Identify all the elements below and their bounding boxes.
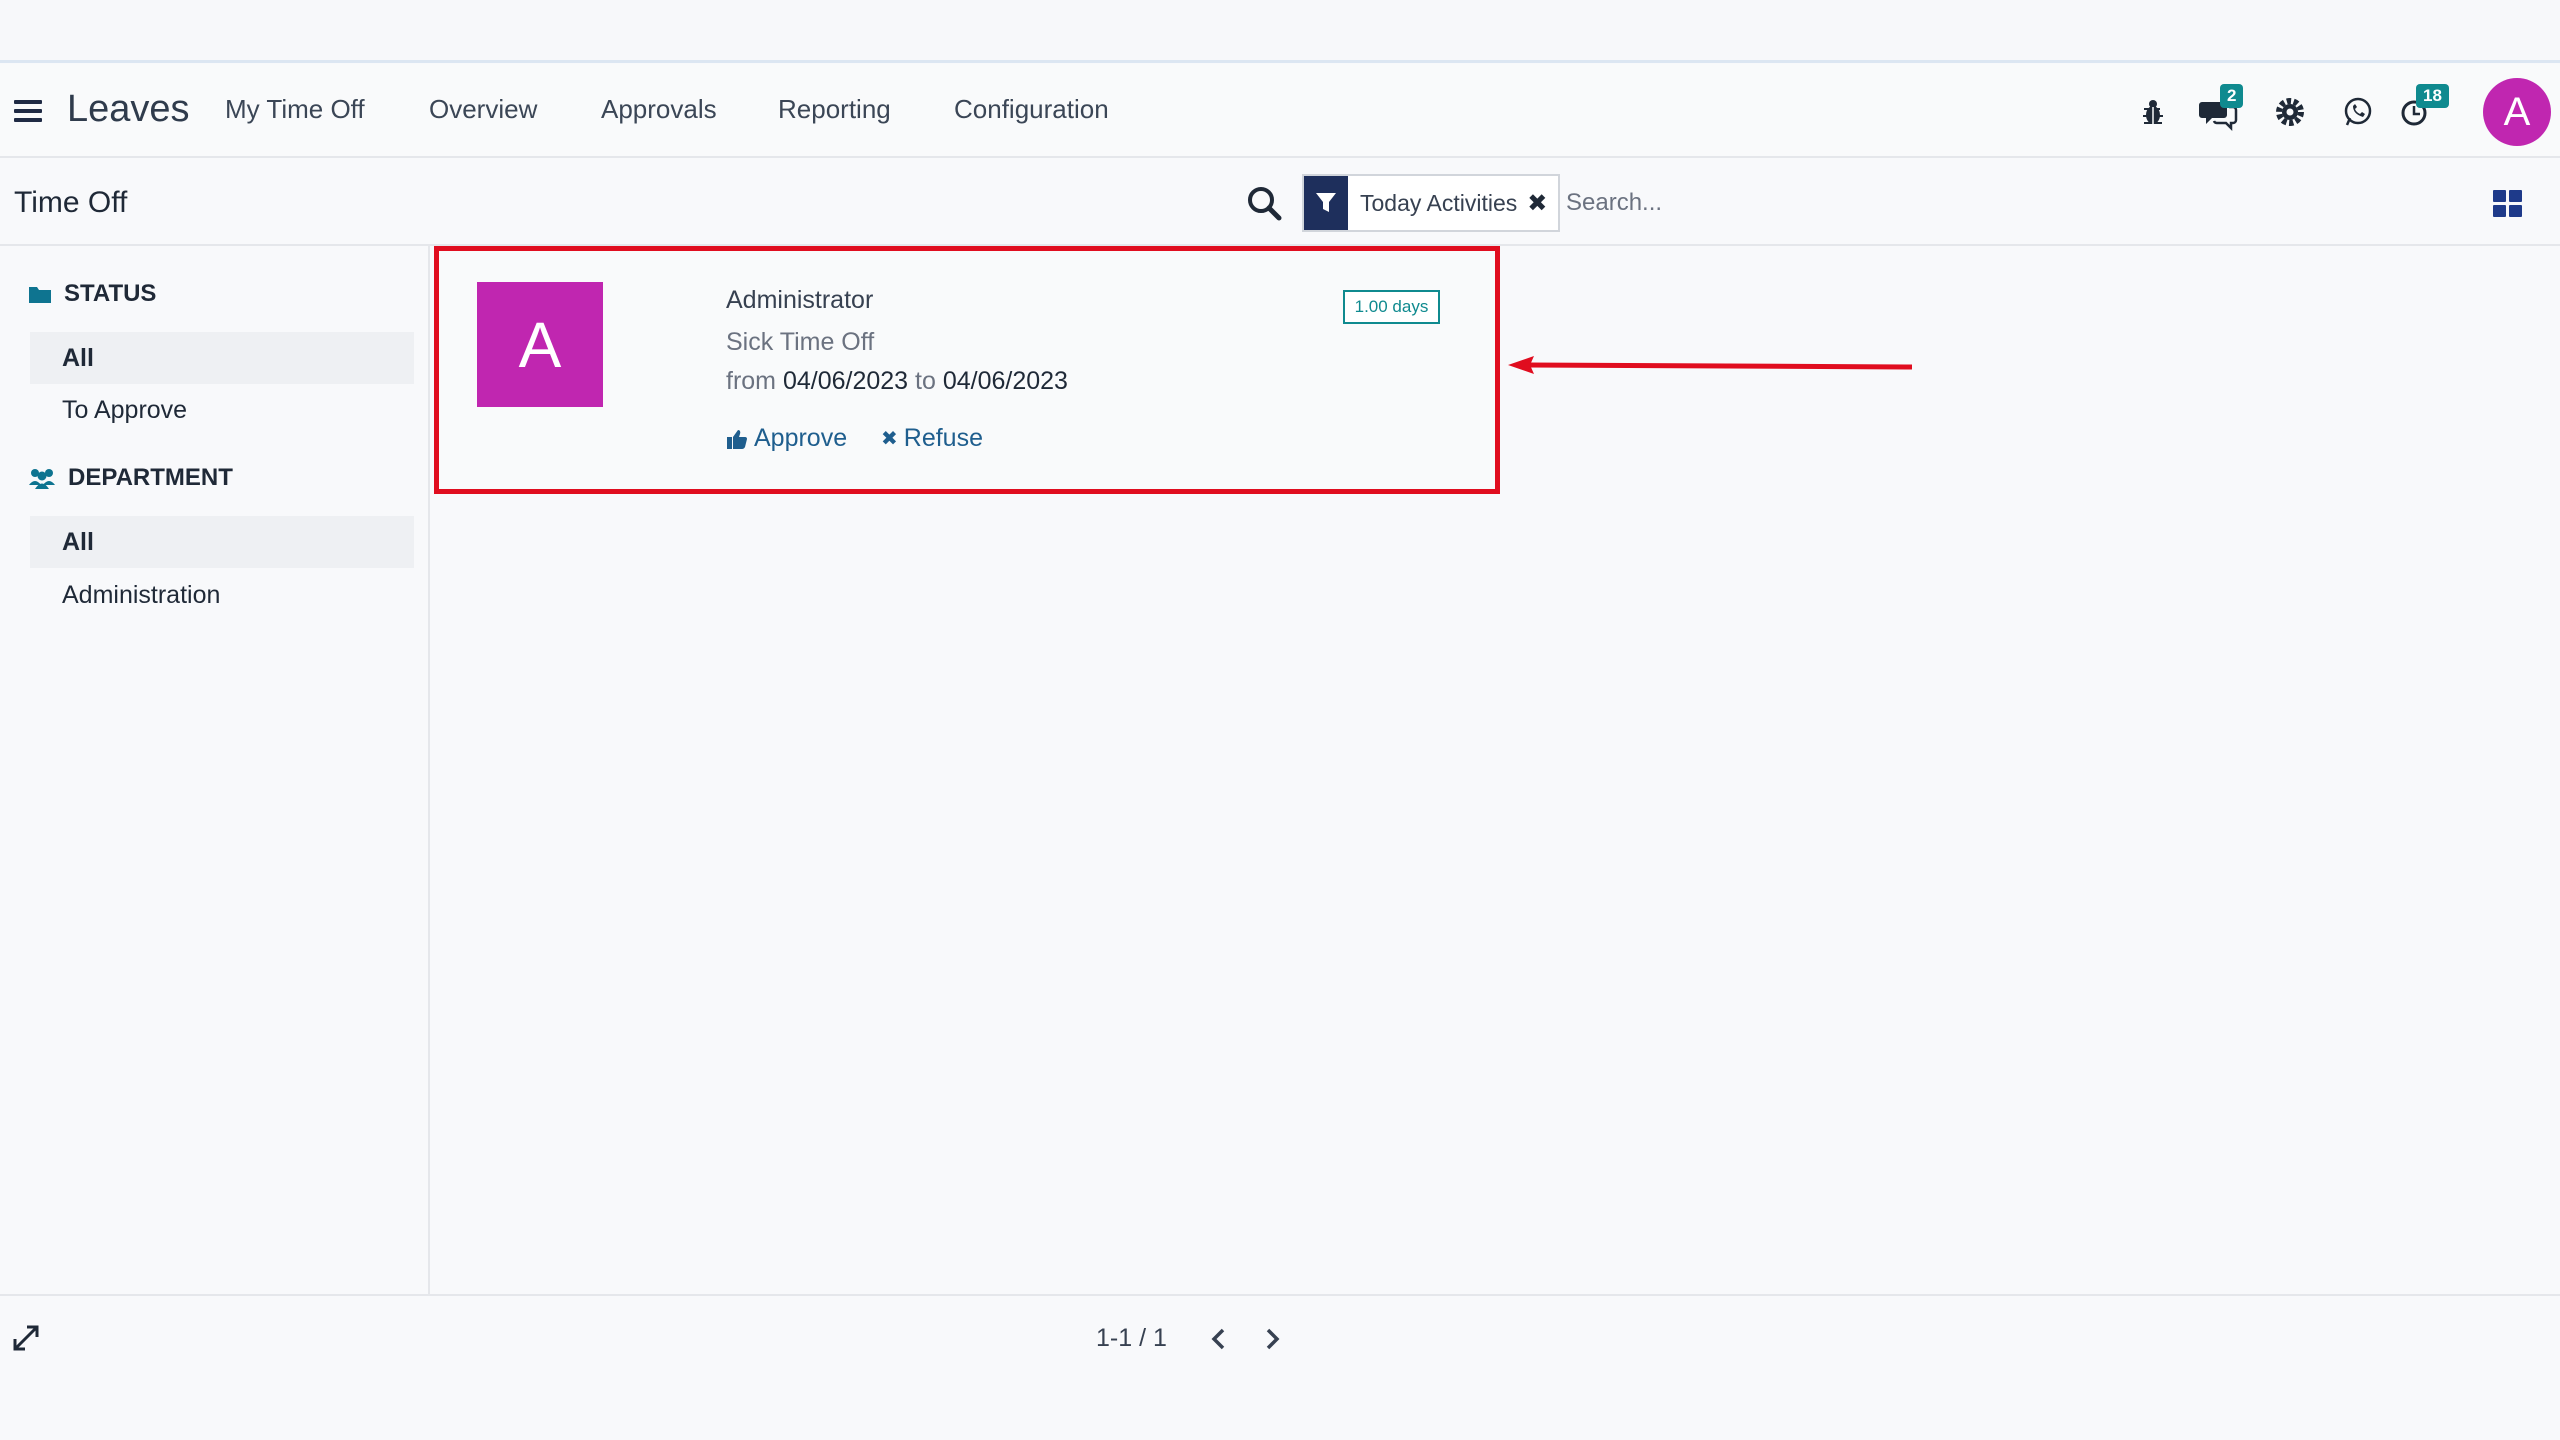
menu-approvals[interactable]: Approvals <box>601 94 717 125</box>
chat-icon[interactable]: 2 <box>2196 84 2244 134</box>
leave-type: Sick Time Off <box>726 328 875 356</box>
control-panel: Time Off Today Activities ✖ <box>0 158 2560 246</box>
footer-bar: 1-1 / 1 <box>0 1294 2560 1440</box>
thumbs-up-icon <box>727 429 747 449</box>
filter-icon <box>1304 176 1348 230</box>
employee-avatar: A <box>477 282 603 407</box>
red-arrow-annotation <box>1508 356 1913 374</box>
to-word: to <box>915 367 936 395</box>
whatsapp-icon[interactable] <box>2336 90 2380 134</box>
activities-badge: 18 <box>2416 84 2449 108</box>
messages-badge: 2 <box>2220 84 2244 108</box>
folder-icon <box>29 287 51 303</box>
approve-label: Approve <box>754 424 848 452</box>
kanban-view-icon[interactable] <box>2493 190 2523 218</box>
close-icon: ✖ <box>881 428 898 450</box>
menu-configuration[interactable]: Configuration <box>954 94 1109 125</box>
status-to-approve[interactable]: To Approve <box>30 384 414 436</box>
chevron-left-icon[interactable] <box>1204 1324 1234 1354</box>
status-title: STATUS <box>64 280 157 307</box>
refuse-label: Refuse <box>903 424 983 452</box>
refuse-button[interactable]: ✖ Refuse <box>881 424 983 453</box>
facet-remove-icon[interactable]: ✖ <box>1527 189 1547 218</box>
chevron-right-icon[interactable] <box>1257 1324 1287 1354</box>
department-header: DEPARTMENT <box>28 464 233 492</box>
facet-label: Today Activities <box>1360 189 1518 216</box>
search-icon[interactable] <box>1245 184 1283 222</box>
menu-reporting[interactable]: Reporting <box>778 94 891 125</box>
top-navbar: Leaves My Time Off Overview Approvals Re… <box>0 64 2560 158</box>
search-facet[interactable]: Today Activities ✖ <box>1302 174 1560 232</box>
from-word: from <box>726 367 776 395</box>
menu-my-time-off[interactable]: My Time Off <box>225 94 365 125</box>
status-all[interactable]: All <box>30 332 414 384</box>
search-panel: STATUS All To Approve DEPARTMENT All Adm… <box>0 246 430 1294</box>
date-to: 04/06/2023 <box>942 367 1068 395</box>
expand-icon[interactable] <box>12 1324 40 1352</box>
app-title[interactable]: Leaves <box>67 88 190 131</box>
breadcrumb: Time Off <box>14 186 128 219</box>
status-header: STATUS <box>28 280 156 308</box>
users-icon <box>29 469 55 489</box>
bug-icon[interactable] <box>2131 90 2175 134</box>
hamburger-icon[interactable] <box>14 100 42 122</box>
department-title: DEPARTMENT <box>68 464 233 491</box>
clock-icon[interactable]: 18 <box>2394 84 2449 134</box>
department-administration[interactable]: Administration <box>30 569 414 621</box>
gear-icon[interactable] <box>2268 90 2312 134</box>
menu-overview[interactable]: Overview <box>429 94 537 125</box>
department-all[interactable]: All <box>30 516 414 568</box>
search-input[interactable] <box>1566 178 2166 228</box>
employee-name: Administrator <box>726 286 874 314</box>
leave-dates: from 04/06/2023 to 04/06/2023 <box>726 367 1068 396</box>
approve-button[interactable]: Approve <box>726 424 847 453</box>
browser-top-strip <box>0 0 2560 63</box>
pager-value[interactable]: 1-1 / 1 <box>1096 1324 1167 1353</box>
user-avatar[interactable]: A <box>2483 78 2551 146</box>
duration-badge: 1.00 days <box>1343 290 1440 324</box>
date-from: 04/06/2023 <box>782 367 909 395</box>
